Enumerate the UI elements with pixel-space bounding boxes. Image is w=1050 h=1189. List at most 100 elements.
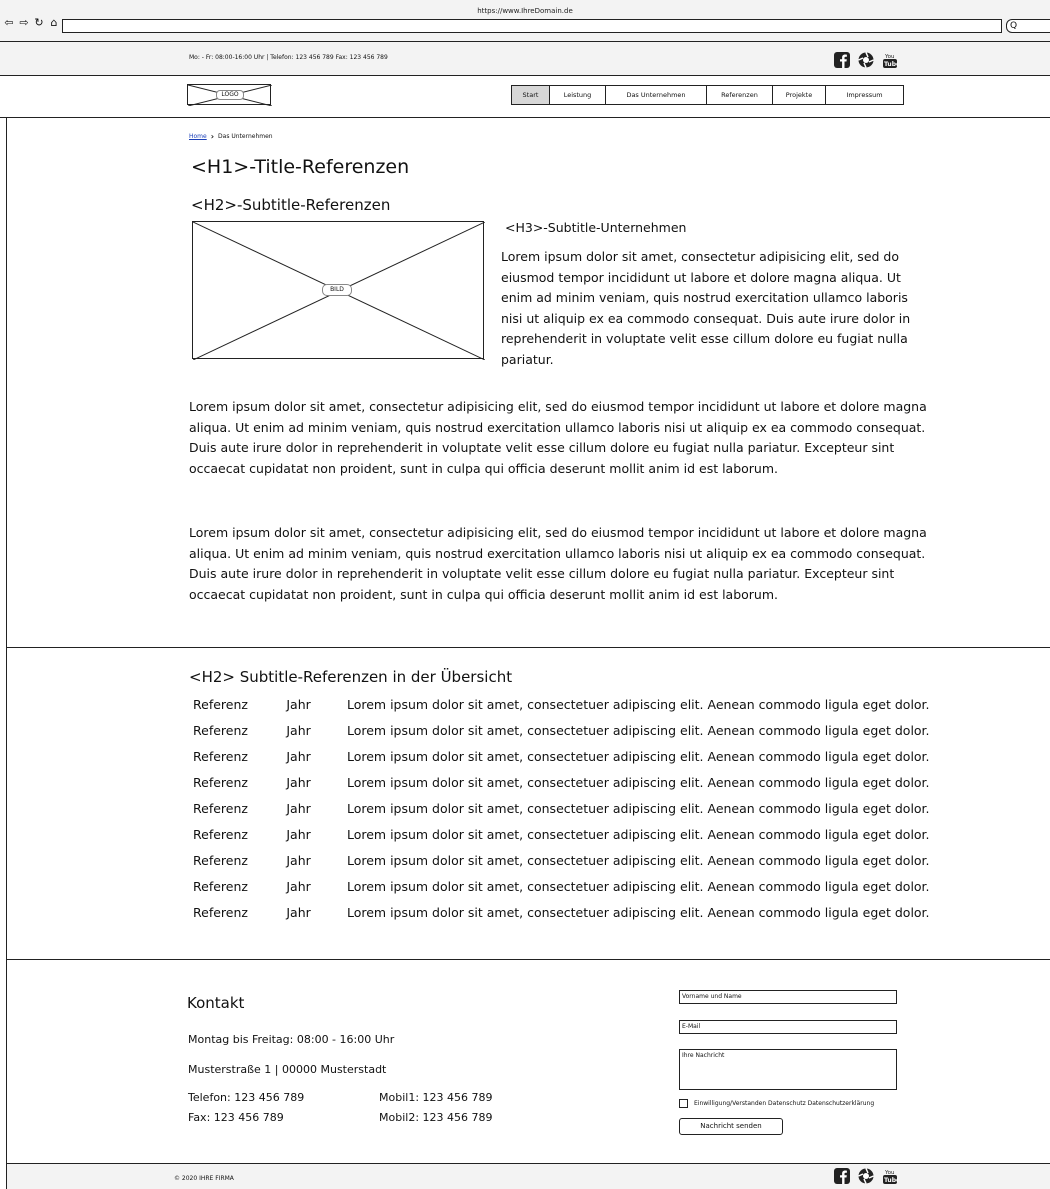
body-paragraph-2: Lorem ipsum dolor sit amet, consectetur … <box>189 525 927 602</box>
ref-year: Jahr <box>286 879 311 894</box>
footer-bar: © 2020 IHRE FIRMA You Tube <box>6 1163 1050 1189</box>
ref-name: Referenz <box>193 749 248 764</box>
ref-name: Referenz <box>193 905 248 920</box>
back-icon[interactable]: ⇦ <box>3 16 16 29</box>
browser-search[interactable]: Q <box>1006 19 1050 33</box>
table-row: Referenz Jahr Lorem ipsum dolor sit amet, … <box>193 879 943 905</box>
ref-description: Lorem ipsum dolor sit amet, consectetuer… <box>346 827 930 842</box>
ref-year: Jahr <box>286 697 311 712</box>
reload-icon[interactable]: ↻ <box>33 16 46 29</box>
picasa-icon[interactable] <box>858 52 874 68</box>
table-row: Referenz Jahr Lorem ipsum dolor sit amet, … <box>193 749 943 775</box>
contact-hours: Montag bis Freitag: 08:00 - 16:00 Uhr <box>188 1033 395 1046</box>
nav-item-impressum[interactable]: Impressum <box>826 86 903 104</box>
table-row: Referenz Jahr Lorem ipsum dolor sit amet, … <box>193 723 943 749</box>
contact-title: Kontakt <box>187 994 245 1012</box>
page-subtitle: <H2>-Subtitle-Referenzen <box>191 196 391 214</box>
table-row: Referenz Jahr Lorem ipsum dolor sit amet, … <box>193 853 943 879</box>
social-links-top: You Tube <box>834 52 898 68</box>
consent-row: Einwilligung/Verstanden Datenschutz Date… <box>679 1099 874 1108</box>
email-field[interactable]: E-Mail <box>679 1020 897 1034</box>
ref-year: Jahr <box>286 853 311 868</box>
ref-name: Referenz <box>193 775 248 790</box>
ref-name: Referenz <box>193 723 248 738</box>
logo-label: LOGO <box>216 90 244 100</box>
chevron-right-icon: › <box>210 132 215 141</box>
site-header: LOGO Start Leistung Das Unternehmen Refe… <box>0 76 1050 118</box>
ref-description: Lorem ipsum dolor sit amet, consectetuer… <box>346 879 930 894</box>
ref-year: Jahr <box>286 749 311 764</box>
facebook-icon[interactable] <box>834 52 850 68</box>
name-field[interactable]: Vorname und Name <box>679 990 897 1004</box>
ref-name: Referenz <box>193 879 248 894</box>
contact-mobile2: Mobil2: 123 456 789 <box>379 1111 493 1124</box>
contact-fax: Fax: 123 456 789 <box>188 1111 284 1124</box>
breadcrumb-home-link[interactable]: Home <box>189 133 207 140</box>
nav-item-unternehmen[interactable]: Das Unternehmen <box>606 86 707 104</box>
ref-name: Referenz <box>193 801 248 816</box>
consent-label: Einwilligung/Verstanden Datenschutz Date… <box>694 1100 875 1107</box>
url-display: https://www.IhreDomain.de <box>477 7 573 15</box>
ref-description: Lorem ipsum dolor sit amet, consectetuer… <box>346 749 930 764</box>
message-field[interactable]: Ihre Nachricht <box>679 1049 897 1090</box>
ref-year: Jahr <box>286 775 311 790</box>
logo[interactable]: LOGO <box>187 84 272 106</box>
social-links-bottom: You Tube <box>834 1168 898 1184</box>
ref-name: Referenz <box>193 853 248 868</box>
image-label: BILD <box>322 284 352 296</box>
ref-year: Jahr <box>286 905 311 920</box>
main-nav: Start Leistung Das Unternehmen Referenze… <box>511 85 904 105</box>
ref-description: Lorem ipsum dolor sit amet, consectetuer… <box>346 697 930 712</box>
opening-hours-text: Mo: - Fr: 08:00-16:00 Uhr | Telefon: 123… <box>189 54 388 61</box>
ref-description: Lorem ipsum dolor sit amet, consectetuer… <box>346 853 930 868</box>
page-title: <H1>-Title-Referenzen <box>191 156 410 178</box>
forward-icon[interactable]: ⇨ <box>18 16 31 29</box>
ref-year: Jahr <box>286 827 311 842</box>
references-section: <H2> Subtitle-Referenzen in der Übersich… <box>6 648 1050 960</box>
table-row: Referenz Jahr Lorem ipsum dolor sit amet, … <box>193 827 943 853</box>
address-bar[interactable] <box>62 19 1002 33</box>
svg-text:Tube: Tube <box>884 61 898 68</box>
ref-description: Lorem ipsum dolor sit amet, consectetuer… <box>346 801 930 816</box>
nav-item-leistung[interactable]: Leistung <box>550 86 606 104</box>
browser-nav: ⇦ ⇨ ↻ ⌂ <box>3 16 61 29</box>
contact-address: Musterstraße 1 | 00000 Musterstadt <box>188 1063 387 1076</box>
image-placeholder: BILD <box>192 221 485 360</box>
ref-description: Lorem ipsum dolor sit amet, consectetuer… <box>346 775 930 790</box>
table-row: Referenz Jahr Lorem ipsum dolor sit amet, … <box>193 697 943 723</box>
copyright-text: © 2020 IHRE FIRMA <box>174 1175 234 1182</box>
svg-text:Tube: Tube <box>884 1177 898 1184</box>
references-table: Referenz Jahr Lorem ipsum dolor sit amet, … <box>193 697 943 931</box>
references-heading: <H2> Subtitle-Referenzen in der Übersich… <box>189 668 513 686</box>
breadcrumb-current: Das Unternehmen <box>218 133 273 140</box>
ref-description: Lorem ipsum dolor sit amet, consectetuer… <box>346 723 930 738</box>
contact-mobile1: Mobil1: 123 456 789 <box>379 1091 493 1104</box>
contact-section: Kontakt Montag bis Freitag: 08:00 - 16:0… <box>6 960 1050 1182</box>
nav-item-referenzen[interactable]: Referenzen <box>707 86 773 104</box>
browser-chrome: https://www.IhreDomain.de ⇦ ⇨ ↻ ⌂ Q <box>0 0 1050 42</box>
picasa-icon[interactable] <box>858 1168 874 1184</box>
table-row: Referenz Jahr Lorem ipsum dolor sit amet, … <box>193 801 943 827</box>
contact-phone: Telefon: 123 456 789 <box>188 1091 305 1104</box>
nav-item-projekte[interactable]: Projekte <box>773 86 826 104</box>
ref-description: Lorem ipsum dolor sit amet, consectetuer… <box>346 905 930 920</box>
ref-name: Referenz <box>193 827 248 842</box>
ref-name: Referenz <box>193 697 248 712</box>
info-bar: Mo: - Fr: 08:00-16:00 Uhr | Telefon: 123… <box>0 42 1050 76</box>
send-message-button[interactable]: Nachricht senden <box>679 1118 783 1135</box>
youtube-icon[interactable]: You Tube <box>882 52 898 68</box>
search-icon: Q <box>1010 21 1018 31</box>
body-paragraph-1: Lorem ipsum dolor sit amet, consectetur … <box>189 399 927 476</box>
section-subtitle: <H3>-Subtitle-Unternehmen <box>505 220 687 235</box>
facebook-icon[interactable] <box>834 1168 850 1184</box>
table-row: Referenz Jahr Lorem ipsum dolor sit amet, … <box>193 775 943 801</box>
ref-year: Jahr <box>286 801 311 816</box>
consent-checkbox[interactable] <box>679 1099 688 1108</box>
ref-year: Jahr <box>286 723 311 738</box>
youtube-icon[interactable]: You Tube <box>882 1168 898 1184</box>
intro-text: Lorem ipsum dolor sit amet, consectetur … <box>501 249 911 367</box>
table-row: Referenz Jahr Lorem ipsum dolor sit amet, … <box>193 905 943 931</box>
nav-item-start[interactable]: Start <box>512 86 550 104</box>
home-icon[interactable]: ⌂ <box>48 16 61 29</box>
main-content: Home › Das Unternehmen <H1>-Title-Refere… <box>6 118 1050 648</box>
